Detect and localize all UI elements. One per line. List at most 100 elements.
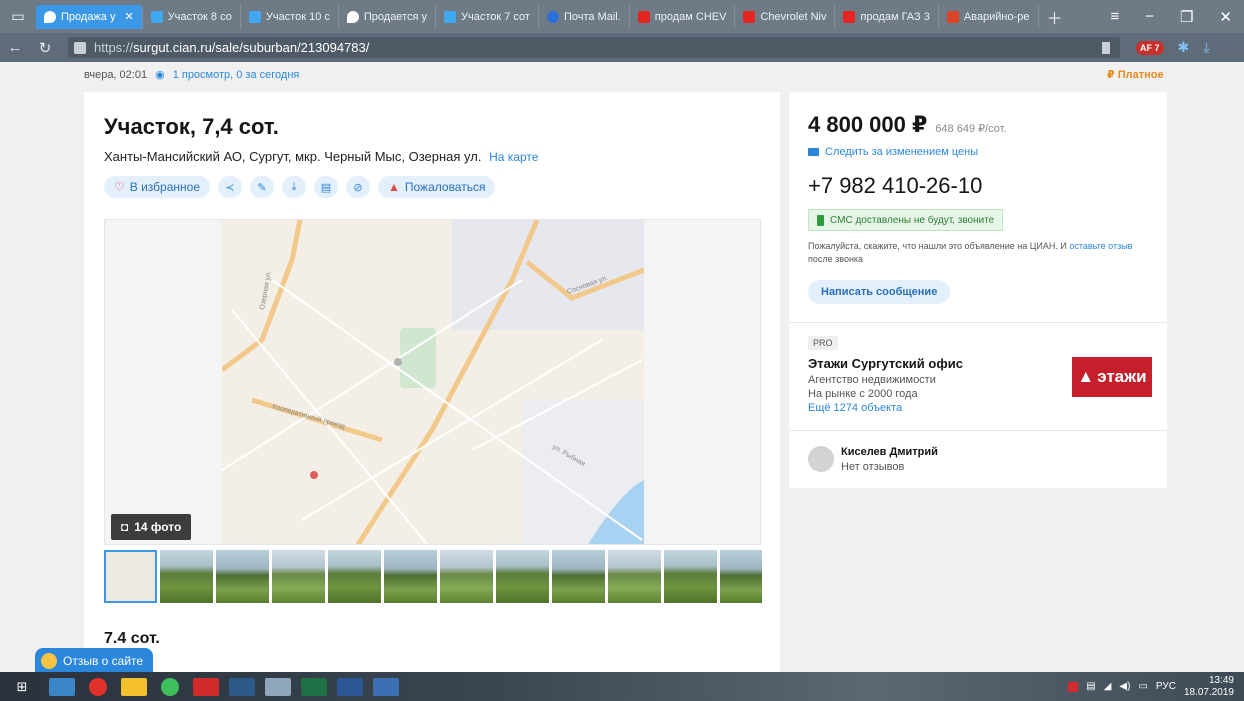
- thumbnail[interactable]: [664, 550, 717, 603]
- back-icon[interactable]: ←: [0, 39, 30, 56]
- photo-count-button[interactable]: ◘ 14 фото: [111, 514, 192, 540]
- phone-icon: [817, 214, 824, 226]
- thumbnail[interactable]: [720, 550, 762, 603]
- tab-avariyno[interactable]: Аварийно-ре: [939, 4, 1039, 29]
- clock-date: 18.07.2019: [1183, 686, 1234, 698]
- write-message-button[interactable]: Написать сообщение: [808, 280, 951, 304]
- address-bar[interactable]: https://surgut.cian.ru/sale/suburban/213…: [68, 37, 1120, 58]
- thumbnail[interactable]: [272, 550, 325, 603]
- puzzle-extension-icon[interactable]: ✱: [1178, 39, 1190, 56]
- word-taskbar-icon[interactable]: [337, 677, 363, 696]
- download-button[interactable]: ⤓: [282, 176, 306, 198]
- views-link[interactable]: 1 просмотр, 0 за сегодня: [173, 69, 300, 81]
- file-manager-taskbar-icon[interactable]: [121, 677, 147, 696]
- tab-label: Продажа у: [61, 10, 116, 23]
- menu-icon[interactable]: ≡: [1110, 8, 1119, 26]
- yandex-browser-taskbar-icon[interactable]: [89, 677, 107, 696]
- acrobat-taskbar-icon[interactable]: [193, 677, 219, 696]
- battery-tray-icon[interactable]: ▭: [1138, 681, 1147, 692]
- close-tab-icon[interactable]: ✕: [124, 10, 133, 23]
- clock[interactable]: 13:49 18.07.2019: [1184, 675, 1234, 699]
- bookmark-icon[interactable]: [1102, 41, 1110, 54]
- price-contact-card: 4 800 000 ₽ 648 649 ₽/сот. Следить за из…: [789, 92, 1167, 488]
- restore-icon[interactable]: ❐: [1180, 8, 1193, 26]
- thumbnail[interactable]: [328, 550, 381, 603]
- tab-uchastok-7[interactable]: Участок 7 сот: [436, 4, 539, 29]
- leave-review-link[interactable]: оставьте отзыв: [1069, 241, 1132, 251]
- network-tray-icon[interactable]: ◢: [1104, 681, 1112, 692]
- thumbnail[interactable]: [496, 550, 549, 603]
- tab-prodam-chev[interactable]: продам CHEV: [630, 4, 736, 29]
- whatsapp-taskbar-icon[interactable]: [161, 677, 179, 696]
- volume-tray-icon[interactable]: ◀): [1119, 681, 1130, 692]
- thumbnail[interactable]: [384, 550, 437, 603]
- favorite-button[interactable]: ♡ В избранное: [104, 176, 210, 198]
- site-feedback-button[interactable]: Отзыв о сайте: [35, 648, 154, 674]
- new-tab-button[interactable]: ＋: [1039, 5, 1071, 29]
- tab-prodaetsya[interactable]: Продается у: [339, 4, 436, 29]
- agent-name[interactable]: Киселев Дмитрий: [841, 446, 938, 458]
- explorer-taskbar-icon[interactable]: [49, 677, 75, 696]
- tab-chevrolet-niva[interactable]: Chevrolet Niv: [735, 4, 836, 29]
- thumbnail[interactable]: [216, 550, 269, 603]
- share-icon: ≺: [225, 181, 235, 194]
- tab-label: продам ГАЗ 3: [860, 10, 930, 23]
- cian-favicon-icon: [150, 10, 163, 23]
- excel-taskbar-icon[interactable]: [301, 677, 327, 696]
- posted-date: вчера, 02:01: [84, 68, 148, 81]
- print-button[interactable]: ▤: [314, 176, 338, 198]
- envelope-icon: [808, 148, 819, 156]
- complain-button[interactable]: ▲ Пожаловаться: [378, 176, 496, 198]
- download-icon: ⤓: [291, 180, 297, 193]
- site-favicon-icon: [946, 10, 959, 23]
- on-map-link[interactable]: На карте: [489, 150, 538, 164]
- minimize-icon[interactable]: −: [1145, 8, 1154, 26]
- keyboard-tray-icon[interactable]: ▤: [1086, 681, 1095, 692]
- flag-app-taskbar-icon[interactable]: [229, 677, 255, 696]
- address-row: ← ↻ https://surgut.cian.ru/sale/suburban…: [0, 33, 1244, 62]
- hide-button[interactable]: ⊘: [346, 176, 370, 198]
- warning-icon: ▲: [388, 180, 400, 194]
- location-pin-icon: [44, 10, 56, 23]
- tab-uchastok-10[interactable]: Участок 10 с: [241, 4, 339, 29]
- tab-label: Участок 7 сот: [461, 10, 530, 23]
- note-button[interactable]: ✎: [250, 176, 274, 198]
- windows-start-icon[interactable]: ⊞: [0, 679, 44, 695]
- thumbnail-map[interactable]: [104, 550, 157, 603]
- cian-favicon-icon: [248, 10, 261, 23]
- tab-mail[interactable]: Почта Mail.: [539, 4, 630, 29]
- share-button[interactable]: ≺: [218, 176, 242, 198]
- antivirus-tray-icon[interactable]: [1068, 681, 1079, 692]
- thumbnail[interactable]: [160, 550, 213, 603]
- listing-actions: ♡ В избранное ≺ ✎ ⤓ ▤ ⊘ ▲ Пожаловаться: [104, 176, 496, 198]
- listing-meta: вчера, 02:01 ◉ 1 просмотр, 0 за сегодня: [84, 68, 300, 82]
- thumbnail[interactable]: [552, 550, 605, 603]
- main-photo-map[interactable]: Озерная ул. Сосновая ул. Кооперативный п…: [104, 219, 761, 545]
- agency-logo[interactable]: ▲ этажи: [1072, 357, 1152, 397]
- feedback-label: Отзыв о сайте: [63, 654, 144, 668]
- close-icon[interactable]: ✕: [1219, 8, 1232, 26]
- agency-more-link[interactable]: Ещё 1274 объекта: [808, 402, 902, 414]
- photo-count-label: 14 фото: [134, 520, 182, 534]
- tab-prodam-gaz[interactable]: продам ГАЗ 3: [835, 4, 939, 29]
- logo-text: этажи: [1097, 367, 1147, 386]
- cian-favicon-icon: [444, 10, 456, 23]
- call-note: Пожалуйста, скажите, что нашли это объяв…: [808, 240, 1153, 266]
- thumbnail[interactable]: [440, 550, 493, 603]
- app-taskbar-icon[interactable]: [265, 677, 291, 696]
- thumbnail[interactable]: [608, 550, 661, 603]
- tab-cian-listing[interactable]: Продажа у ✕: [36, 4, 143, 29]
- agency-name[interactable]: Этажи Сургутский офис: [808, 356, 963, 371]
- language-indicator[interactable]: РУС: [1156, 681, 1176, 692]
- sidebar-toggle-icon[interactable]: ▭: [0, 0, 36, 33]
- adblock-extension-icon[interactable]: AF 7: [1136, 40, 1164, 55]
- downloads-icon[interactable]: ⤓: [1203, 39, 1209, 56]
- reload-icon[interactable]: ↻: [30, 39, 60, 57]
- listing-address: Ханты-Мансийский АО, Сургут, мкр. Черный…: [104, 149, 538, 164]
- lock-icon[interactable]: [74, 41, 86, 54]
- tab-uchastok-8[interactable]: Участок 8 со: [143, 4, 241, 29]
- follow-price-link[interactable]: Следить за изменением цены: [808, 146, 978, 158]
- phone-number[interactable]: +7 982 410-26-10: [808, 173, 982, 199]
- word-doc-taskbar-icon[interactable]: [373, 677, 399, 696]
- smile-icon: [41, 653, 57, 669]
